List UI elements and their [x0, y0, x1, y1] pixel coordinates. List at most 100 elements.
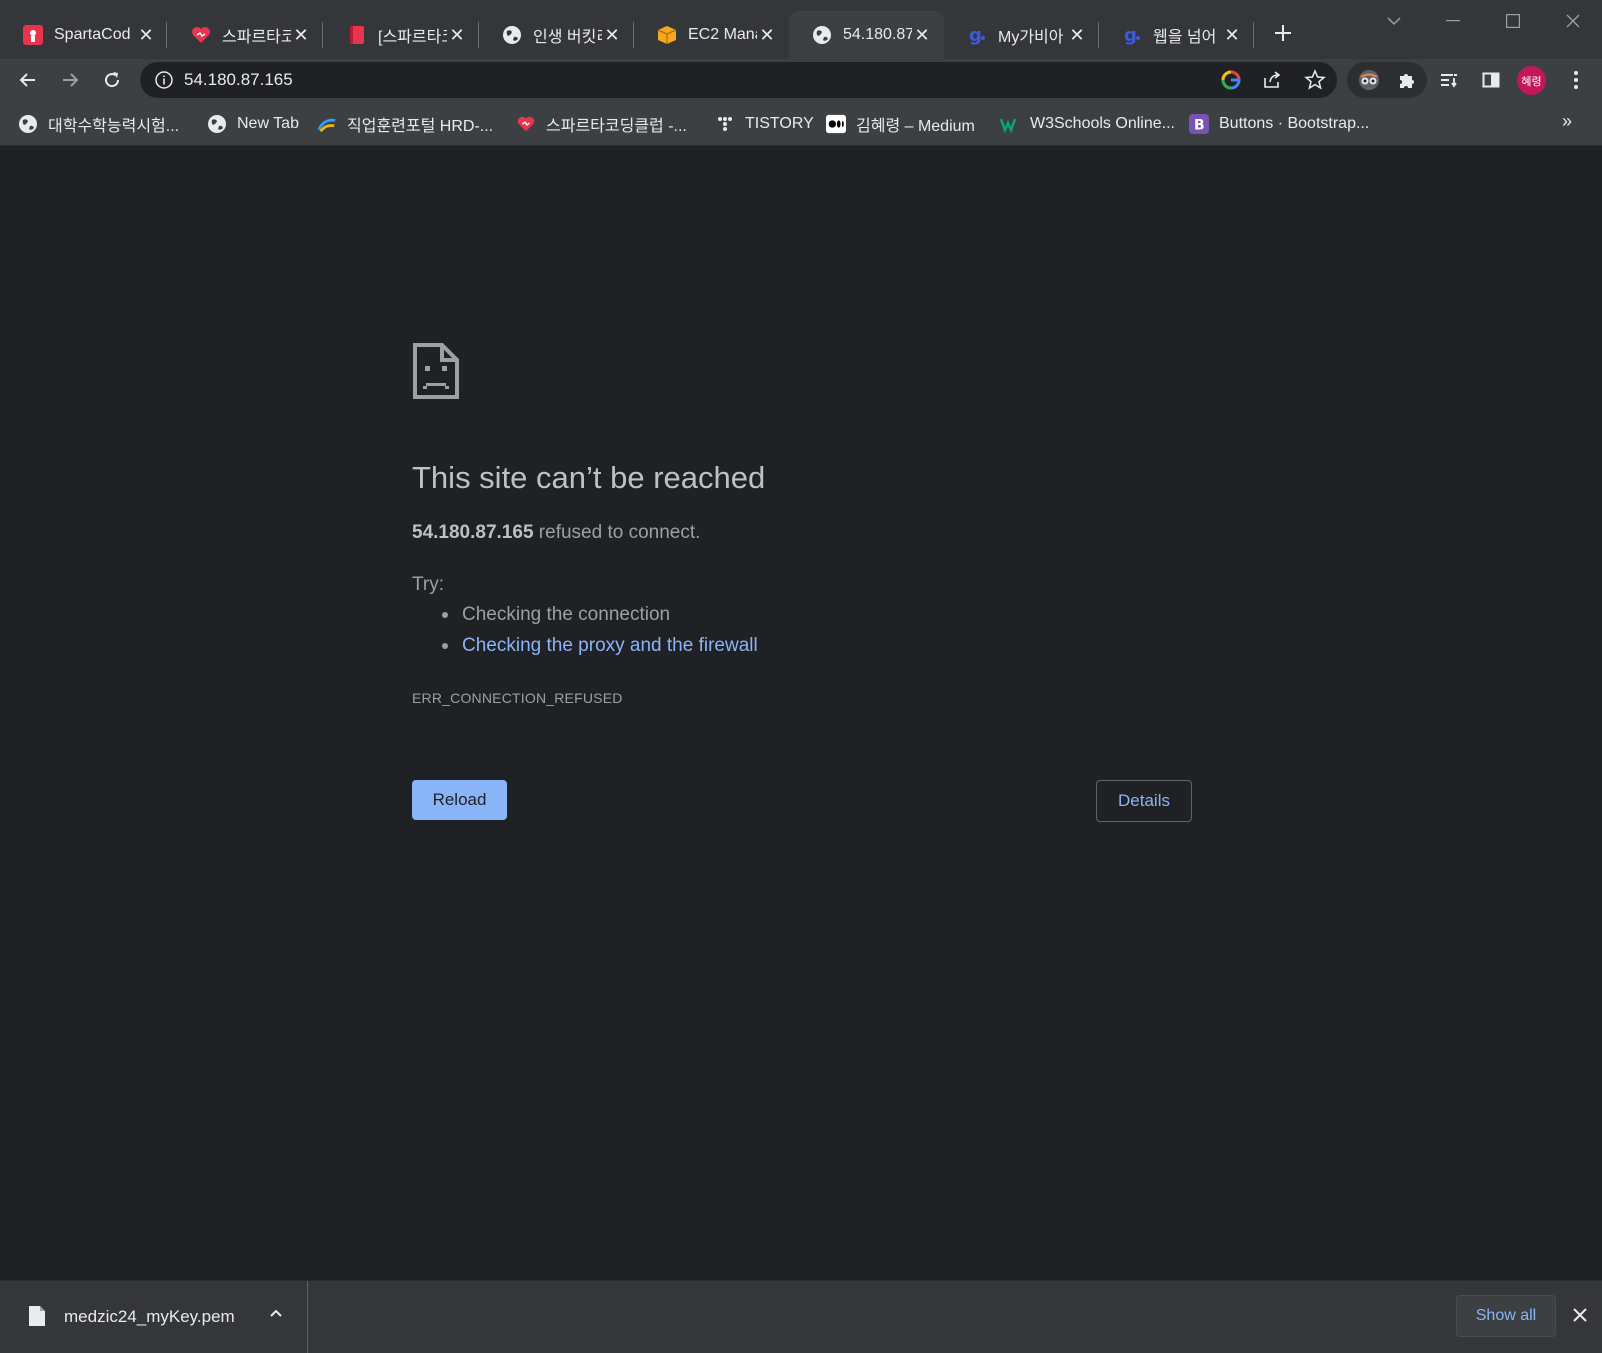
reload-icon [105, 72, 120, 88]
globe-icon [207, 114, 227, 134]
w3schools-icon [1000, 114, 1020, 134]
tab-title: [스파르타코 [378, 29, 447, 46]
suggestion-item: Checking the connection [442, 604, 670, 626]
svg-text:g: g [1124, 25, 1137, 46]
tab-title: SpartaCod [54, 26, 131, 43]
minimize-icon [1446, 20, 1460, 22]
download-shelf: medzic24_myKey.pem Show all [0, 1280, 1602, 1353]
medium-icon [826, 114, 846, 134]
side-panel-icon [1482, 72, 1500, 88]
reload-button[interactable]: Reload [412, 780, 507, 820]
aws-box-icon [656, 24, 678, 46]
tab-bucketlist[interactable]: 인생 버킷리 ✕ [479, 11, 634, 59]
error-code: ERR_CONNECTION_REFUSED [412, 690, 623, 706]
file-icon [28, 1305, 46, 1332]
arrow-left-icon [19, 73, 35, 87]
show-all-downloads-button[interactable]: Show all [1456, 1295, 1556, 1337]
globe-icon [501, 24, 523, 46]
close-icon [1566, 14, 1580, 28]
bookmark-star-icon[interactable] [1304, 69, 1326, 96]
bookmark-suneung[interactable]: 대학수학능력시험... [18, 112, 179, 136]
bookmark-w3schools[interactable]: W3Schools Online... [1000, 112, 1175, 136]
forward-button[interactable] [54, 64, 86, 96]
bookmark-new-tab[interactable]: New Tab [207, 112, 299, 136]
arrow-right-icon [63, 73, 79, 87]
new-tab-button[interactable] [1268, 18, 1298, 48]
tab-close-icon[interactable]: ✕ [757, 25, 777, 45]
download-item[interactable]: medzic24_myKey.pem [0, 1281, 308, 1353]
tab-spartacoding[interactable]: SpartaCod ✕ [0, 11, 168, 59]
reading-list-button[interactable] [1433, 64, 1465, 96]
tab-close-icon[interactable]: ✕ [602, 25, 622, 45]
bullet-icon [442, 643, 448, 649]
tab-close-icon[interactable]: ✕ [912, 25, 932, 45]
gabia-icon: g [1121, 24, 1143, 46]
tab-gabia-web[interactable]: g 웹을 넘어 ✕ [1099, 11, 1254, 59]
tab-mygabia[interactable]: g My가비아 ✕ [944, 11, 1099, 59]
tab-sparta-3[interactable]: [스파르타코 ✕ [324, 11, 479, 59]
toolbar: 54.180.87.165 혜령 [0, 59, 1602, 101]
google-lens-icon[interactable] [1220, 69, 1242, 96]
svg-text:B: B [1194, 118, 1205, 134]
red-book-icon [346, 24, 368, 46]
minimize-button[interactable] [1433, 6, 1473, 36]
error-description: 54.180.87.165 refused to connect. [412, 522, 700, 544]
plus-icon [1275, 25, 1291, 41]
error-page: This site can’t be reached 54.180.87.165… [0, 146, 1602, 1280]
gabia-icon: g [966, 24, 988, 46]
tab-search-button[interactable] [1374, 6, 1414, 36]
address-url[interactable]: 54.180.87.165 [184, 70, 293, 90]
tab-close-icon[interactable]: ✕ [291, 25, 311, 45]
address-bar[interactable]: 54.180.87.165 [140, 62, 1337, 98]
close-window-button[interactable] [1553, 6, 1593, 36]
reload-toolbar-button[interactable] [96, 64, 128, 96]
hrd-icon [317, 114, 337, 134]
tistory-icon [715, 114, 735, 134]
tab-sparta-2[interactable]: 스파르타코 ✕ [168, 11, 323, 59]
details-button[interactable]: Details [1096, 780, 1192, 822]
bookmark-label: 김혜령 – Medium [856, 118, 975, 135]
tab-ec2[interactable]: EC2 Manag ✕ [634, 11, 789, 59]
bullet-icon [442, 612, 448, 618]
side-panel-button[interactable] [1475, 64, 1507, 96]
bookmark-label: 대학수학능력시험... [48, 118, 180, 135]
menu-button[interactable] [1560, 64, 1592, 96]
puzzle-icon[interactable] [1397, 70, 1417, 95]
bookmark-bootstrap[interactable]: B Buttons · Bootstrap... [1189, 112, 1369, 136]
bookmark-medium[interactable]: 김혜령 – Medium [826, 112, 975, 136]
tab-close-icon[interactable]: ✕ [1222, 25, 1242, 45]
profile-avatar[interactable]: 혜령 [1517, 66, 1546, 95]
bookmark-hrd[interactable]: 직업훈련포털 HRD-... [317, 112, 493, 136]
extension-glasses-icon[interactable] [1358, 69, 1380, 96]
share-icon[interactable] [1262, 70, 1282, 95]
maximize-button[interactable] [1493, 6, 1533, 36]
suggestion-proxy-firewall-link[interactable]: Checking the proxy and the firewall [462, 635, 758, 657]
bookmark-label: Buttons · Bootstrap... [1219, 115, 1370, 132]
suggestion-check-connection: Checking the connection [462, 604, 671, 625]
sparta-heart-icon [190, 24, 212, 46]
tab-close-icon[interactable]: ✕ [136, 25, 156, 45]
tab-strip: SpartaCod ✕ 스파르타코 ✕ [스파르타코 ✕ 인생 버킷리 ✕ [0, 0, 1602, 59]
sad-file-icon [412, 342, 460, 405]
bootstrap-icon: B [1189, 114, 1209, 134]
tab-active-error-page[interactable]: 54.180.87. ✕ [789, 11, 944, 59]
tab-close-icon[interactable]: ✕ [1067, 25, 1087, 45]
sparta-heart-icon [516, 114, 536, 134]
info-icon[interactable] [154, 70, 174, 90]
globe-icon [18, 114, 38, 134]
close-download-shelf-icon[interactable] [1568, 1303, 1592, 1327]
chevron-up-icon[interactable] [268, 1305, 284, 1326]
bookmark-spartacoding[interactable]: 스파르타코딩클럽 -... [516, 112, 687, 136]
bookmarks-overflow-chevron-icon[interactable]: » [1562, 111, 1572, 132]
bookmark-label: New Tab [237, 115, 299, 132]
error-desc-suffix: refused to connect. [533, 522, 701, 543]
tab-close-icon[interactable]: ✕ [447, 25, 467, 45]
more-vert-icon [1574, 71, 1578, 89]
bookmark-tistory[interactable]: TISTORY [715, 112, 814, 136]
svg-text:g: g [969, 25, 982, 46]
back-button[interactable] [12, 64, 44, 96]
spartacoding-icon [22, 24, 44, 46]
tab-title: 인생 버킷리 [533, 29, 602, 46]
bookmark-label: TISTORY [745, 115, 814, 132]
extensions-group [1347, 62, 1427, 98]
